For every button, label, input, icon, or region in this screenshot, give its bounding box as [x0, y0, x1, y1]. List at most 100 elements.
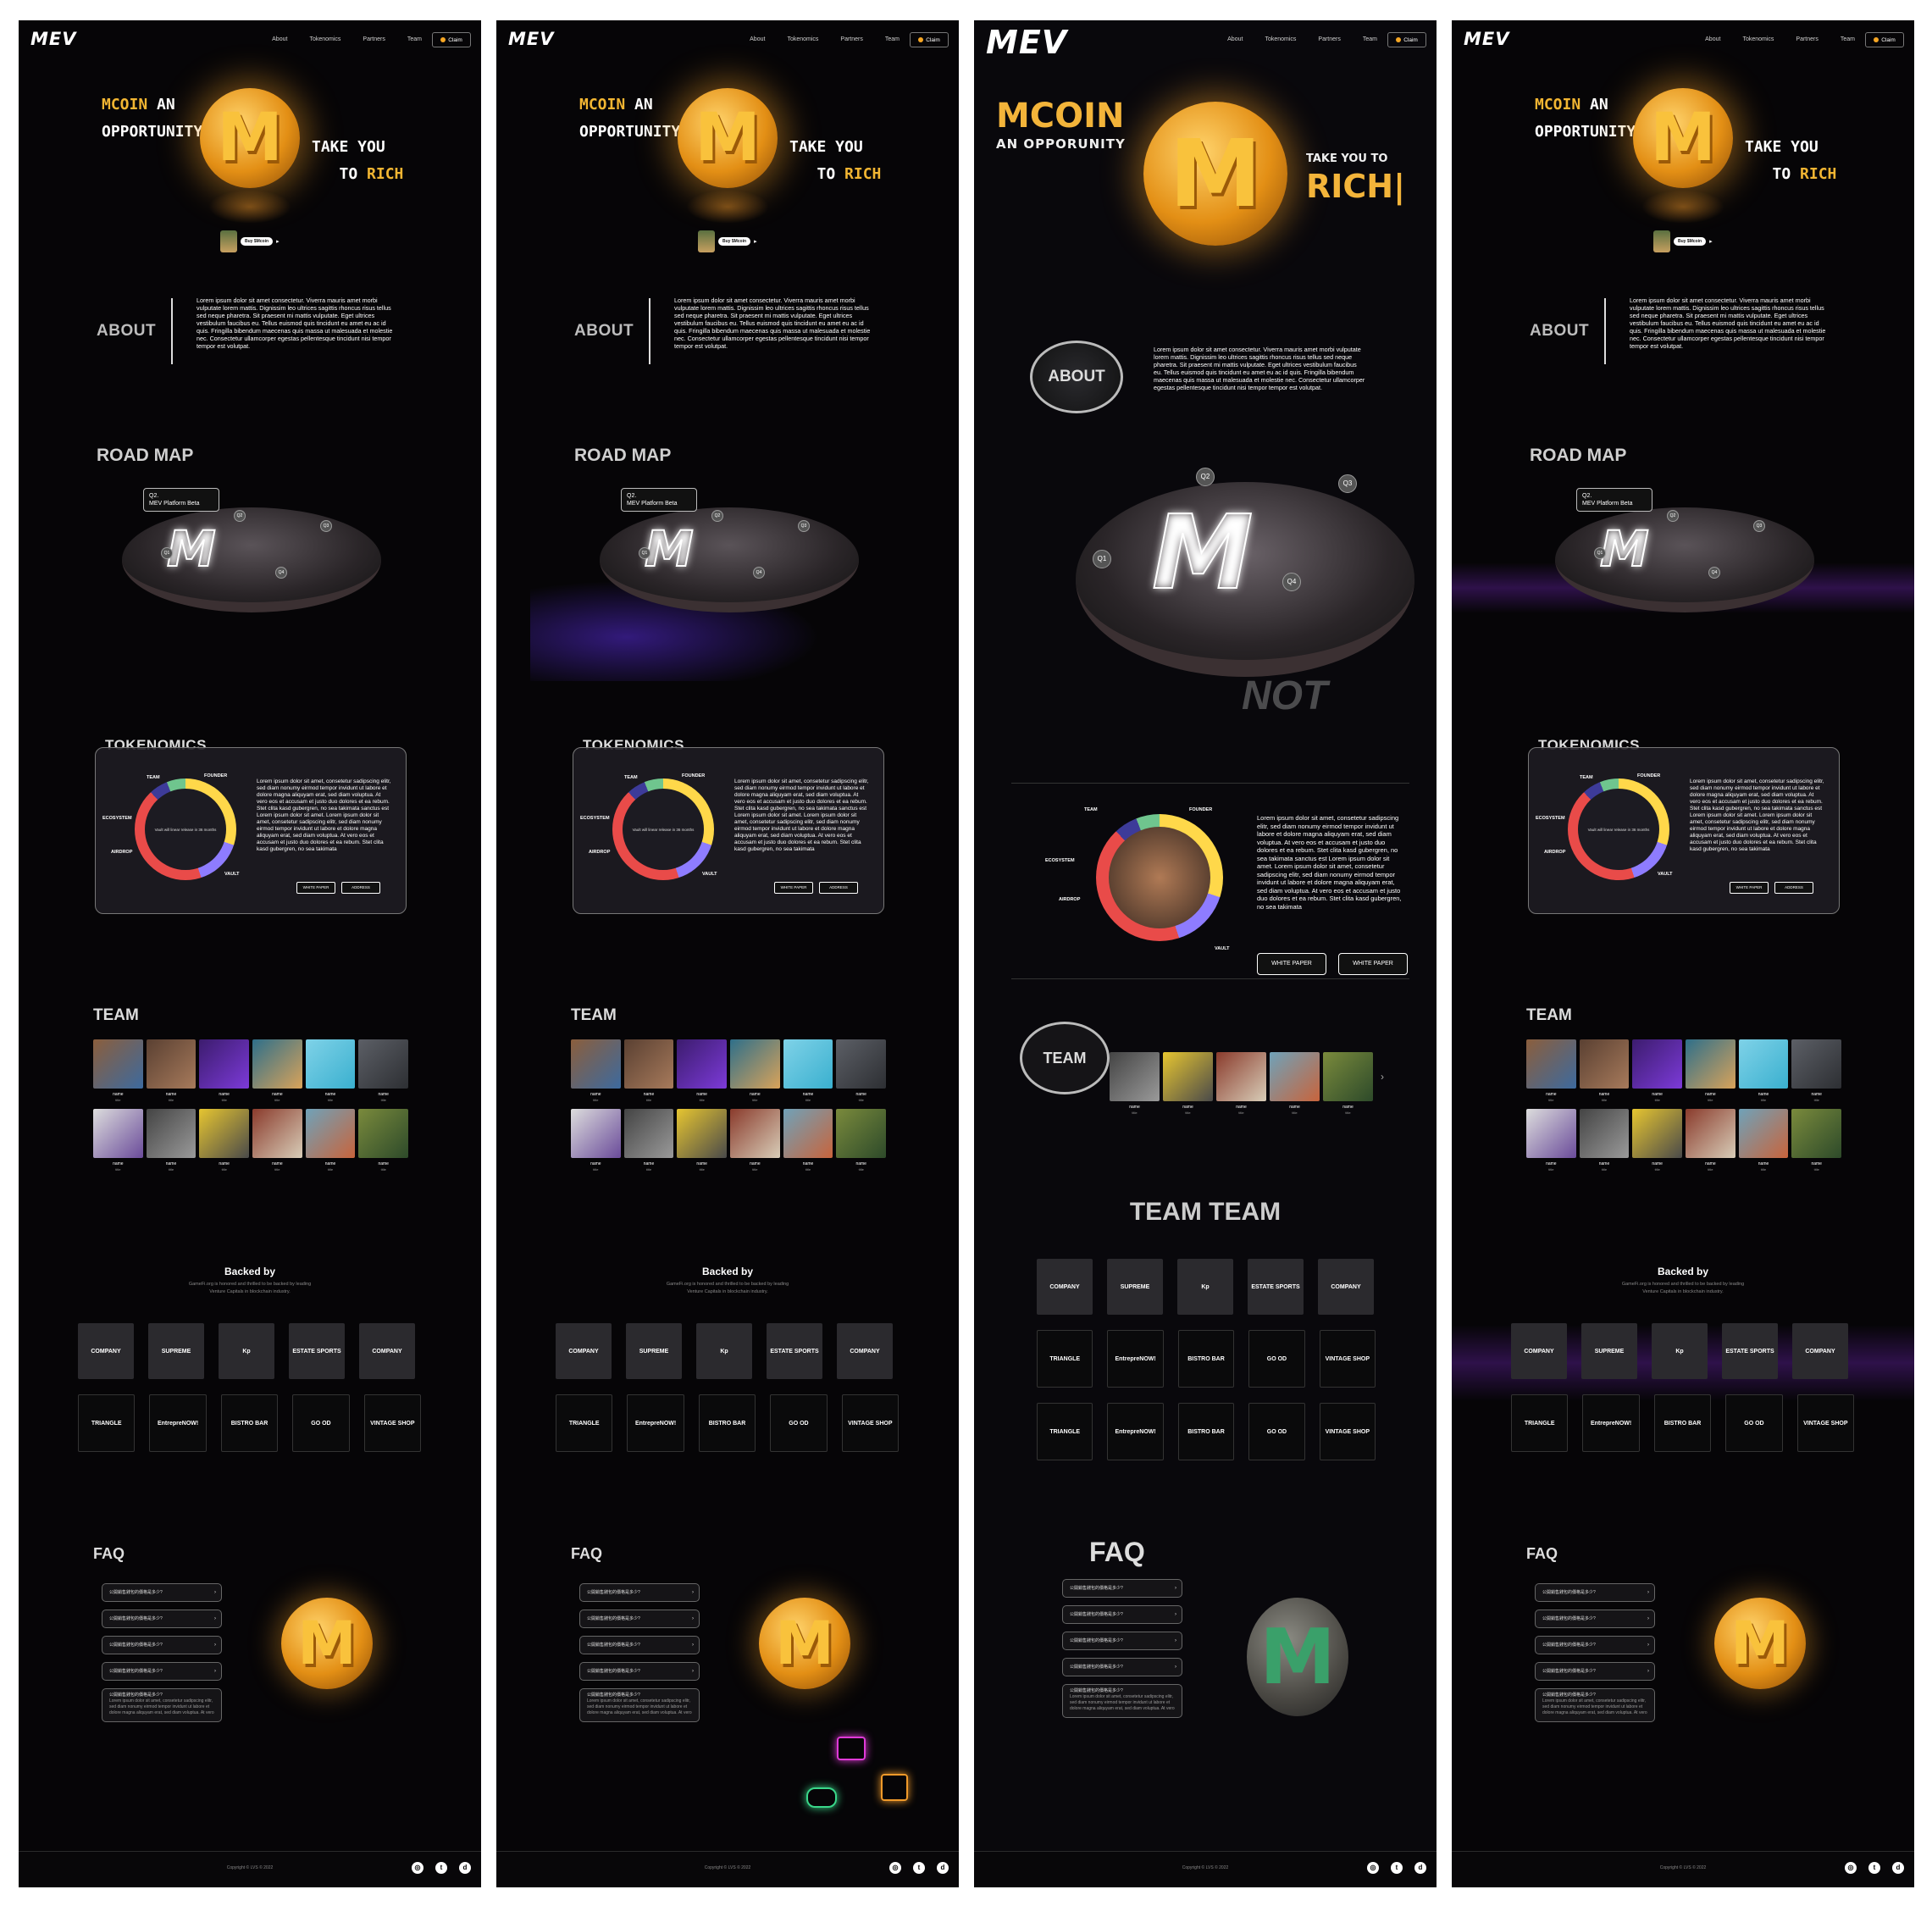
discord-icon[interactable]: d [1892, 1862, 1904, 1874]
roadmap-q4[interactable]: Q4 [753, 567, 765, 579]
claim-button[interactable]: Claim [432, 32, 471, 47]
mev-logo[interactable]: MEV [986, 24, 1067, 61]
team-member[interactable]: name title [1216, 1052, 1266, 1115]
faq-item[interactable]: 公開銷售錢包的價格是多少? › [579, 1610, 700, 1628]
nav-link-team[interactable]: Team [1841, 36, 1855, 42]
partner-logo[interactable]: COMPANY [1318, 1259, 1374, 1315]
team-member[interactable]: name title [252, 1109, 302, 1172]
roadmap-q2[interactable]: Q2 [1196, 468, 1215, 486]
address-button[interactable]: ADDRESS [819, 882, 858, 894]
white-paper-button[interactable]: WHITE PAPER [1257, 953, 1326, 975]
partner-logo[interactable]: BISTRO BAR [220, 1394, 279, 1452]
white-paper-button[interactable]: WHITE PAPER [1730, 882, 1769, 894]
team-member[interactable]: name title [677, 1039, 728, 1102]
roadmap-milestone-tag[interactable]: Q2. MEV Platform Beta [621, 488, 697, 512]
team-member[interactable]: name title [836, 1109, 887, 1172]
partner-logo[interactable]: SUPREME [1107, 1259, 1163, 1315]
team-member[interactable]: name title [146, 1039, 197, 1102]
nav-link-about[interactable]: About [272, 36, 287, 42]
claim-button[interactable]: Claim [910, 32, 949, 47]
nav-link-tokenomics[interactable]: Tokenomics [1742, 36, 1774, 42]
nav-link-about[interactable]: About [1227, 36, 1243, 42]
nav-link-about[interactable]: About [750, 36, 765, 42]
partner-logo[interactable]: COMPANY [78, 1323, 134, 1379]
partner-logo[interactable]: EntrepreNOW! [1107, 1330, 1164, 1388]
partner-logo[interactable]: TRIANGLE [556, 1394, 613, 1452]
partner-logo[interactable]: TRIANGLE [1511, 1394, 1569, 1452]
instagram-icon[interactable]: ◎ [1367, 1862, 1379, 1874]
team-member[interactable]: name title [305, 1109, 356, 1172]
white-paper-button[interactable]: WHITE PAPER [296, 882, 335, 894]
team-member[interactable]: name title [1163, 1052, 1213, 1115]
team-member[interactable]: name title [1270, 1052, 1320, 1115]
partner-logo[interactable]: TRIANGLE [1037, 1403, 1093, 1460]
address-button[interactable]: ADDRESS [341, 882, 380, 894]
team-member[interactable]: name title [1323, 1052, 1373, 1115]
white-paper-button[interactable]: WHITE PAPER [774, 882, 813, 894]
partner-logo[interactable]: BISTRO BAR [1653, 1394, 1712, 1452]
roadmap-q4[interactable]: Q4 [275, 567, 287, 579]
roadmap-q2[interactable]: Q2 [234, 510, 246, 522]
partner-logo[interactable]: VINTAGE SHOP [1796, 1394, 1855, 1452]
discord-icon[interactable]: d [459, 1862, 471, 1874]
partner-logo[interactable]: COMPANY [1037, 1259, 1093, 1315]
faq-item-expanded[interactable]: 公開銷售錢包的價格是多少? Lorem ipsum dolor sit amet,… [1062, 1684, 1182, 1718]
team-member[interactable]: name title [305, 1039, 356, 1102]
partner-logo[interactable]: GO OD [292, 1394, 350, 1452]
mev-logo[interactable]: MEV [1464, 29, 1510, 49]
partner-logo[interactable]: ESTATE SPORTS [289, 1323, 345, 1379]
roadmap-q2[interactable]: Q2 [1667, 510, 1679, 522]
partner-logo[interactable]: EntrepreNOW! [1582, 1394, 1640, 1452]
team-member[interactable]: name title [836, 1039, 887, 1102]
team-member[interactable]: name title [199, 1039, 250, 1102]
team-member[interactable]: name title [358, 1039, 409, 1102]
twitter-icon[interactable]: t [1868, 1862, 1880, 1874]
team-member[interactable]: name title [571, 1039, 621, 1102]
team-member[interactable]: name title [623, 1039, 674, 1102]
roadmap-q4[interactable]: Q4 [1708, 567, 1720, 579]
roadmap-q4[interactable]: Q4 [1282, 573, 1301, 591]
claim-button[interactable]: Claim [1865, 32, 1904, 47]
faq-item[interactable]: 公開銷售錢包的價格是多少? › [579, 1662, 700, 1681]
team-member[interactable]: name title [358, 1109, 409, 1172]
roadmap-q3[interactable]: Q3 [1753, 520, 1765, 532]
faq-item[interactable]: 公開銷售錢包的價格是多少? › [1535, 1636, 1655, 1654]
team-member[interactable]: name title [571, 1109, 621, 1172]
team-member[interactable]: name title [252, 1039, 302, 1102]
team-member[interactable]: name title [1686, 1109, 1735, 1172]
faq-item[interactable]: 公開銷售錢包的價格是多少? › [1535, 1583, 1655, 1602]
carousel-next-icon[interactable]: › [1381, 1071, 1384, 1083]
faq-item[interactable]: 公開銷售錢包的價格是多少? › [102, 1610, 222, 1628]
partner-logo[interactable]: GO OD [1248, 1330, 1305, 1388]
twitter-icon[interactable]: t [913, 1862, 925, 1874]
roadmap-q3[interactable]: Q3 [798, 520, 810, 532]
partner-logo[interactable]: EntrepreNOW! [627, 1394, 684, 1452]
roadmap-q2[interactable]: Q2 [711, 510, 723, 522]
faq-item[interactable]: 公開銷售錢包的價格是多少? › [1062, 1658, 1182, 1676]
partner-logo[interactable]: Kp [696, 1323, 752, 1379]
team-member[interactable]: name title [677, 1109, 728, 1172]
partner-logo[interactable]: ESTATE SPORTS [1248, 1259, 1304, 1315]
partner-logo[interactable]: COMPANY [837, 1323, 893, 1379]
buy-mcoin-widget[interactable]: Buy $Mcoin ▸ [1653, 230, 1713, 252]
faq-item[interactable]: 公開銷售錢包的價格是多少? › [1535, 1662, 1655, 1681]
team-member[interactable]: name title [146, 1109, 197, 1172]
partner-logo[interactable]: BISTRO BAR [698, 1394, 756, 1452]
partner-logo[interactable]: COMPANY [556, 1323, 612, 1379]
team-member[interactable]: name title [730, 1039, 780, 1102]
team-member[interactable]: name title [93, 1109, 143, 1172]
faq-item[interactable]: 公開銷售錢包的價格是多少? › [579, 1583, 700, 1602]
faq-item-expanded[interactable]: 公開銷售錢包的價格是多少? Lorem ipsum dolor sit amet,… [579, 1688, 700, 1722]
faq-item[interactable]: 公開銷售錢包的價格是多少? › [1062, 1605, 1182, 1624]
faq-item[interactable]: 公開銷售錢包的價格是多少? › [1062, 1632, 1182, 1650]
team-member[interactable]: name title [1579, 1039, 1630, 1102]
discord-icon[interactable]: d [1414, 1862, 1426, 1874]
partner-logo[interactable]: VINTAGE SHOP [363, 1394, 422, 1452]
faq-item[interactable]: 公開銷售錢包的價格是多少? › [102, 1636, 222, 1654]
team-member[interactable]: name title [93, 1039, 143, 1102]
nav-link-team[interactable]: Team [885, 36, 900, 42]
partner-logo[interactable]: VINTAGE SHOP [1319, 1403, 1376, 1460]
team-member[interactable]: name title [199, 1109, 250, 1172]
roadmap-q1[interactable]: Q1 [161, 547, 173, 559]
buy-mcoin-widget[interactable]: Buy $Mcoin ▸ [698, 230, 757, 252]
